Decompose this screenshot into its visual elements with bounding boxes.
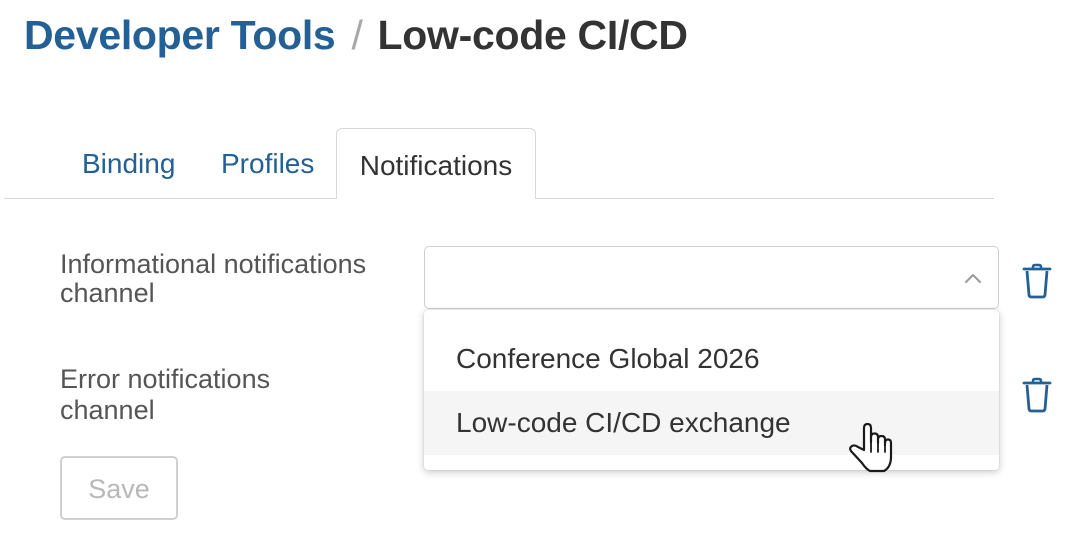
error-channel-label-line1: Error notifications — [60, 364, 271, 394]
breadcrumb-parent-link[interactable]: Developer Tools — [24, 12, 336, 58]
breadcrumb-separator: / — [351, 12, 363, 58]
save-button[interactable]: Save — [60, 456, 178, 520]
tab-notifications[interactable]: Notifications — [336, 128, 536, 199]
tab-binding[interactable]: Binding — [82, 148, 175, 180]
error-channel-label-line2: channel — [60, 395, 155, 425]
hand-pointer-icon — [849, 422, 893, 473]
breadcrumb: Developer Tools / Low-code CI/CD — [24, 12, 688, 59]
dropdown-option-hovered[interactable]: Low-code CI/CD exchange — [424, 391, 999, 455]
channel-dropdown-menu: Conference Global 2026 Low-code CI/CD ex… — [424, 310, 999, 470]
info-channel-select[interactable] — [424, 246, 999, 309]
info-channel-label-line1: Informational notifications — [60, 249, 367, 279]
error-channel-label: Error notifications channel — [60, 365, 270, 425]
info-channel-label: Informational notifications channel — [60, 250, 366, 308]
dropdown-option[interactable]: Conference Global 2026 — [424, 327, 999, 391]
trash-icon[interactable] — [1022, 377, 1052, 413]
trash-icon[interactable] — [1022, 263, 1052, 299]
info-channel-label-line2: channel — [60, 278, 155, 308]
page-title: Low-code CI/CD — [377, 12, 688, 58]
tab-profiles[interactable]: Profiles — [221, 148, 314, 180]
chevron-up-icon[interactable] — [962, 267, 984, 289]
